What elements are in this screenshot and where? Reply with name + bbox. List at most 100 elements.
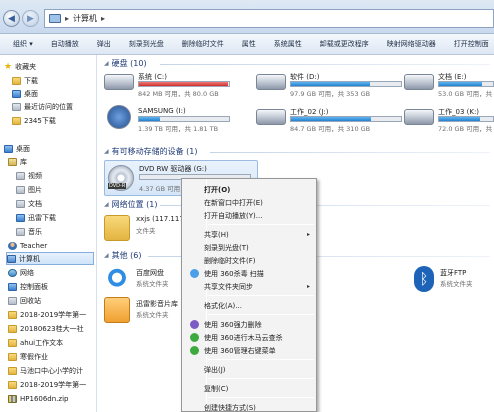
menu-item[interactable]: 共享(H) ▸ xyxy=(184,228,314,241)
nav-libraries[interactable]: 库 xyxy=(8,155,105,168)
nav-fav-desktop[interactable]: 桌面 xyxy=(12,87,109,100)
menu-item[interactable]: 使用 360管理右键菜单 xyxy=(184,344,314,357)
drive-usage-fill xyxy=(291,82,371,86)
menu-separator xyxy=(208,295,314,296)
menu-item[interactable]: 复制(C) xyxy=(184,382,314,395)
netloc-xxjs[interactable]: xxjs (117.117 文件夹 xyxy=(104,213,184,243)
group-header-other[interactable]: ◢ 其他 (6) xyxy=(104,250,142,261)
user-icon xyxy=(8,241,17,250)
menu-item[interactable]: 共享文件夹同步 ▸ xyxy=(184,280,314,293)
toolbar-burn[interactable]: 刻录到光盘 xyxy=(120,34,173,55)
nav-folder-4[interactable]: 寒假作业 xyxy=(8,350,105,363)
toolbar-eject[interactable]: 弹出 xyxy=(88,34,120,55)
back-button[interactable]: ◀ xyxy=(3,10,20,27)
forward-arrow-icon: ▶ xyxy=(27,13,34,24)
nav-teacher[interactable]: Teacher xyxy=(8,239,105,252)
other-baidu-netdisk[interactable]: 百度网盘 系统文件夹 xyxy=(104,266,184,296)
address-path-arrow[interactable]: ▸ xyxy=(101,14,105,23)
address-box[interactable]: ▸ 计算机 ▸ xyxy=(44,9,494,28)
nav-zip-file[interactable]: HP1606dn.zip xyxy=(8,392,105,405)
menu-item[interactable]: 删除临时文件(F) xyxy=(184,254,314,267)
nav-folder-1[interactable]: 2018-2019学年第一 xyxy=(8,308,105,321)
menu-item-label: 创建快捷方式(S) xyxy=(204,403,256,412)
library-icon xyxy=(8,157,17,166)
computer-icon xyxy=(49,14,61,23)
drive-j[interactable]: 工作_02 (J:) 84.7 GB 可用，共 310 GB xyxy=(256,107,406,133)
nav-recycle-bin[interactable]: 回收站 xyxy=(8,294,105,307)
folder-icon xyxy=(8,352,17,361)
toolbar-autoplay[interactable]: 自动播放 xyxy=(42,34,88,55)
menu-item-label: 共享(H) xyxy=(204,230,229,239)
menu-item[interactable]: 在新窗口中打开(E) xyxy=(184,196,314,209)
nav-control-panel[interactable]: 控制面板 xyxy=(8,280,105,293)
toolbar-properties[interactable]: 属性 xyxy=(233,34,265,55)
menu-360-icon xyxy=(190,333,199,342)
hard-drive-icon xyxy=(256,74,286,90)
group-header-removable[interactable]: ◢ 有可移动存储的设备 (1) xyxy=(104,146,198,157)
toolbar-delete-temp[interactable]: 删除临时文件 xyxy=(173,34,233,55)
group-header-hdd[interactable]: ◢ 硬盘 (10) xyxy=(104,58,147,69)
dvd-label-tag: DVD-R xyxy=(108,183,127,189)
menu-item[interactable]: 格式化(A)... xyxy=(184,299,314,312)
network-folder-icon xyxy=(104,215,130,241)
drive-k[interactable]: 工作_03 (K:) 72.0 GB 可用，共 xyxy=(404,107,494,133)
toolbar-uninstall[interactable]: 卸载或更改程序 xyxy=(311,34,378,55)
menu-item[interactable]: 使用 360杀毒 扫描 xyxy=(184,267,314,280)
music-library-icon xyxy=(16,227,25,236)
nav-favorites[interactable]: ★ 收藏夹 xyxy=(4,60,101,73)
explorer-window: ◀ ▶ ▸ 计算机 ▸ 组织 ▾ 自动播放 弹出 刻录到光盘 删除临时文件 属性… xyxy=(0,0,494,412)
menu-item[interactable]: 打开自动播放(Y)... xyxy=(184,209,314,222)
menu-item[interactable]: 创建快捷方式(S) xyxy=(184,401,314,412)
nav-network[interactable]: 网络 xyxy=(8,266,105,279)
nav-folder-2[interactable]: 20180623桂大一社 xyxy=(8,322,105,335)
drive-e[interactable]: 文档 (E:) 53.0 GB 可用，共 xyxy=(404,72,494,98)
desktop-icon xyxy=(12,89,21,98)
toolbar-organize[interactable]: 组织 ▾ xyxy=(4,34,42,55)
menu-item-label: 使用 360杀毒 扫描 xyxy=(204,269,264,278)
menu-item-label: 格式化(A)... xyxy=(204,301,242,310)
hard-drive-icon xyxy=(404,74,434,90)
toolbar-system-properties[interactable]: 系统属性 xyxy=(265,34,311,55)
toolbar-control-panel[interactable]: 打开控制面 xyxy=(445,34,494,55)
thunder-download-icon xyxy=(16,213,25,222)
menu-360-icon xyxy=(190,320,199,329)
nav-folder-3[interactable]: ahui工作文本 xyxy=(8,336,105,349)
forward-button[interactable]: ▶ xyxy=(22,10,39,27)
drive-usage-bar xyxy=(438,116,494,122)
menu-item[interactable]: 弹出(J) xyxy=(184,363,314,376)
menu-item[interactable]: 打开(O) xyxy=(184,183,314,196)
nav-desktop[interactable]: 桌面 xyxy=(4,142,101,155)
address-path[interactable]: 计算机 xyxy=(73,13,97,24)
video-library-folder-icon xyxy=(104,297,130,323)
dvd-name: DVD RW 驱动器 (G:) xyxy=(139,165,207,173)
menu-item[interactable]: 使用 360强力删除 xyxy=(184,318,314,331)
nav-2345[interactable]: 2345下载 xyxy=(12,114,109,127)
drive-usage-fill xyxy=(439,117,480,121)
zip-file-icon xyxy=(8,394,17,403)
drive-i[interactable]: SAMSUNG (I:) 1.39 TB 可用，共 1.81 TB xyxy=(104,105,232,133)
menu-separator xyxy=(208,378,314,379)
folder-icon xyxy=(8,366,17,375)
nav-computer[interactable]: 计算机 xyxy=(6,252,94,265)
nav-folder-5[interactable]: 马池口中心小学的计 xyxy=(8,364,105,377)
cloud-drive-icon xyxy=(104,266,130,292)
toolbar-map-drive[interactable]: 映射网络驱动器 xyxy=(378,34,445,55)
menu-item-label: 使用 360管理右键菜单 xyxy=(204,346,276,355)
address-root-arrow[interactable]: ▸ xyxy=(65,14,69,23)
network-icon xyxy=(8,268,17,277)
menu-item[interactable]: 刻录到光盘(T) xyxy=(184,241,314,254)
drive-d[interactable]: 软件 (D:) 97.9 GB 可用，共 353 GB xyxy=(256,72,406,98)
menu-item-label: 刻录到光盘(T) xyxy=(204,243,249,252)
other-bluetooth-ftp[interactable]: ᛒ 蓝牙FTP 系统文件夹 xyxy=(414,266,494,296)
nav-downloads[interactable]: 下载 xyxy=(12,74,109,87)
drive-usage-fill xyxy=(139,82,229,86)
group-header-netloc[interactable]: ◢ 网络位置 (1) xyxy=(104,199,158,210)
menu-item[interactable]: 使用 360进行木马云查杀 xyxy=(184,331,314,344)
other-thunder-video[interactable]: 迅雷影音片库 系统文件夹 xyxy=(104,297,184,327)
menu-separator xyxy=(208,397,314,398)
submenu-arrow-icon: ▸ xyxy=(306,231,310,238)
drive-c[interactable]: 系统 (C:) 842 MB 可用，共 80.0 GB xyxy=(104,72,232,98)
nav-recent[interactable]: 最近访问的位置 xyxy=(12,100,109,113)
nav-folder-6[interactable]: 2018-2019学年第一 xyxy=(8,378,105,391)
folder-icon xyxy=(8,338,17,347)
